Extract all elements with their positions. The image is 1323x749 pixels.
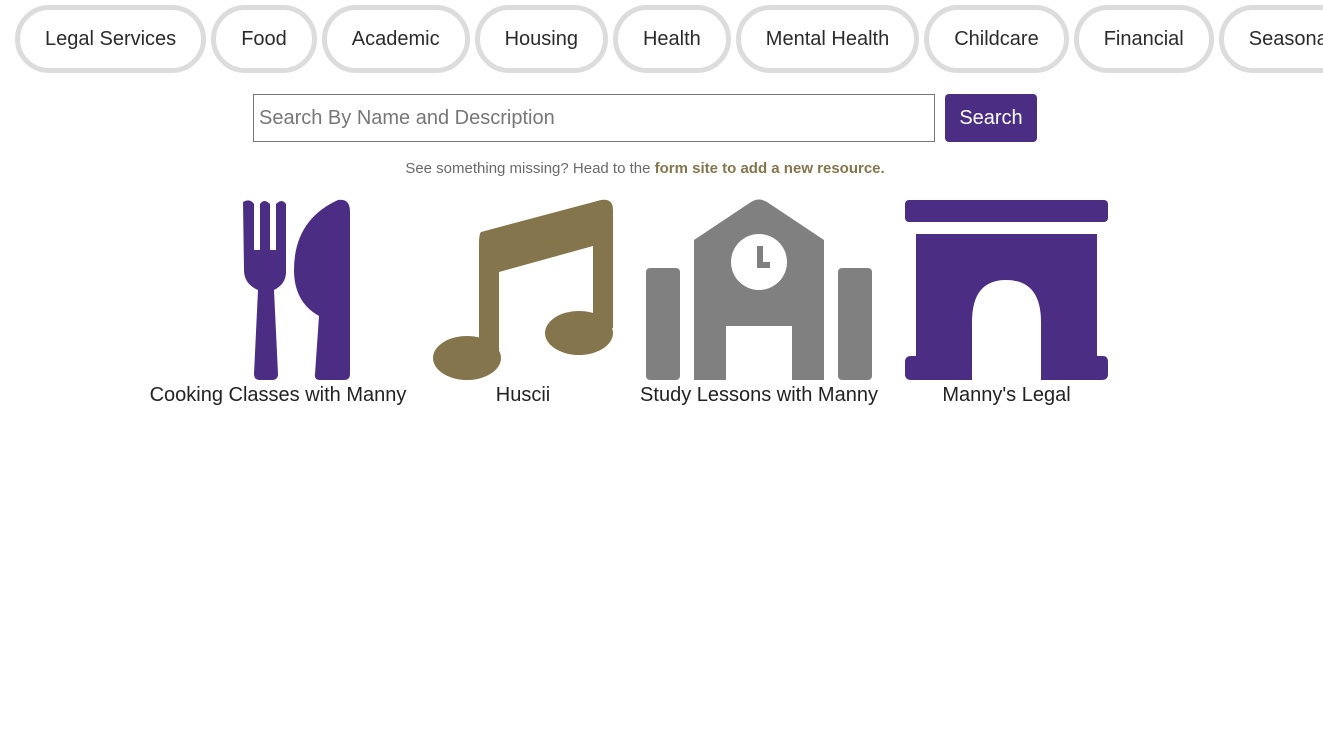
filter-childcare-button[interactable]: Childcare [924, 5, 1069, 73]
missing-note-text: See something missing? Head to the [405, 160, 655, 177]
resource-card[interactable]: Huscii [433, 198, 613, 407]
search-button[interactable]: Search [945, 94, 1037, 142]
resource-grid: Cooking Classes with Manny Huscii Study … [0, 198, 1323, 428]
resource-card[interactable]: Manny's Legal [905, 198, 1108, 407]
filter-financial-button[interactable]: Financial [1073, 5, 1214, 73]
music-note-icon [433, 199, 613, 380]
resource-name: Huscii [495, 384, 551, 406]
resource-name: Study Lessons with Manny [640, 384, 878, 406]
resource-name: Cooking Classes with Manny [149, 384, 407, 406]
filter-food-button[interactable]: Food [211, 5, 317, 73]
missing-resource-note: See something missing? Head to the form … [0, 160, 1290, 177]
filter-seasonal-button[interactable]: Seasonal [1218, 5, 1323, 73]
filter-academic-button[interactable]: Academic [321, 5, 470, 73]
filter-mental-health-button[interactable]: Mental Health [735, 5, 920, 73]
search-input[interactable] [253, 94, 935, 142]
filter-health-button[interactable]: Health [612, 5, 731, 73]
resource-card[interactable]: Cooking Classes with Manny [149, 198, 407, 407]
resource-name: Manny's Legal [942, 384, 1071, 406]
utensils-icon [243, 199, 350, 380]
school-icon [646, 199, 872, 380]
filter-legal-services-button[interactable]: Legal Services [15, 5, 207, 73]
resource-card[interactable]: Study Lessons with Manny [640, 198, 878, 407]
archway-icon [905, 200, 1108, 380]
filter-housing-button[interactable]: Housing [474, 5, 608, 73]
add-resource-form-link[interactable]: form site to add a new resource. [655, 160, 885, 177]
search-bar: Search [253, 94, 1037, 142]
category-filter-bar: Legal Services Food Academic Housing Hea… [15, 5, 1323, 73]
